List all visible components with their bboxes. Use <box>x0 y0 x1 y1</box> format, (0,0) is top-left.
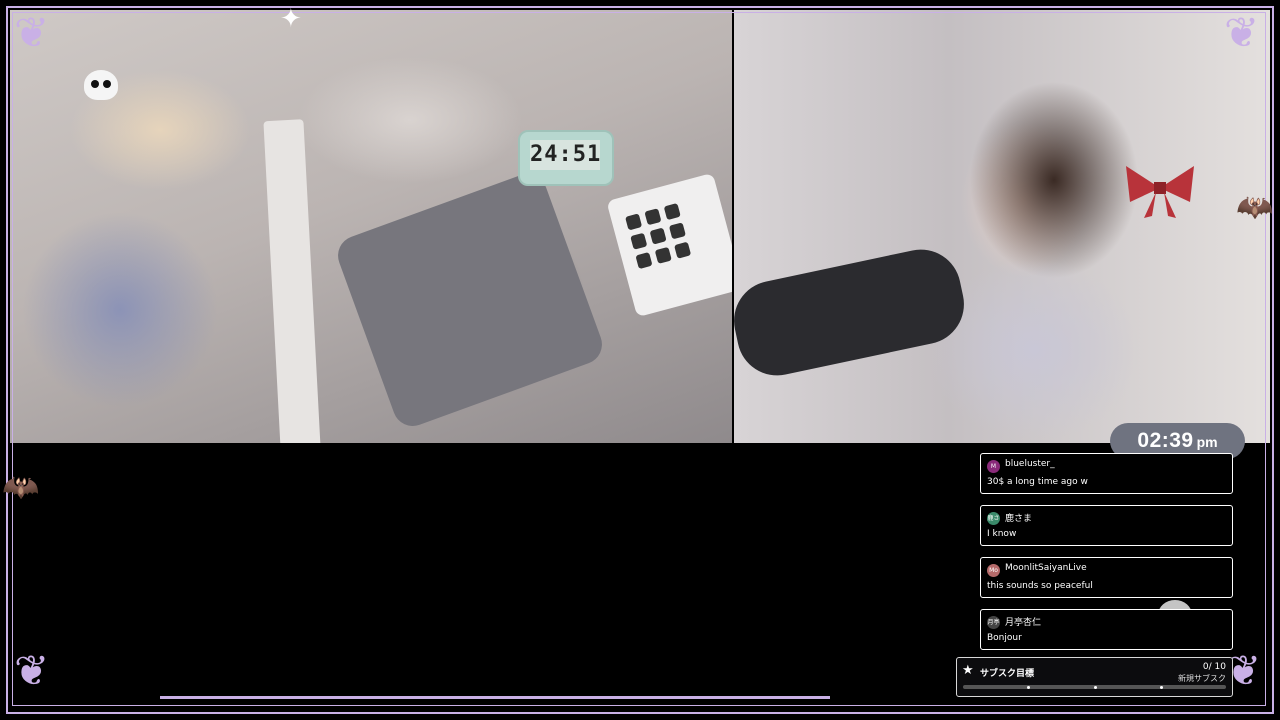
progress-marker <box>1160 686 1163 689</box>
clock-time: 02:39 <box>1137 429 1194 452</box>
mic-arm <box>263 119 321 443</box>
chat-text: this sounds so peaceful <box>987 581 1093 591</box>
bottom-frame-line <box>160 696 830 699</box>
star-icon: ★ <box>962 663 974 678</box>
chat-message: 月亭 月亭杏仁 Bonjour <box>980 609 1233 650</box>
sub-goal-widget: ★ サブスク目標 0/ 10 新規サブスク <box>956 657 1233 697</box>
chat-avatar: 鹿さ <box>987 512 1000 525</box>
chat-avatar: M <box>987 460 1000 473</box>
clock-ampm: pm <box>1196 434 1218 450</box>
chat-username: 月亭杏仁 <box>1005 618 1042 628</box>
pencil-pouch <box>332 168 608 432</box>
sub-goal-label: サブスク目標 <box>980 669 1035 679</box>
corner-ornament-icon: ❦ <box>14 8 50 57</box>
chat-text: 30$ a long time ago w <box>987 477 1088 487</box>
chat-text: I know <box>987 529 1017 539</box>
sub-goal-subtitle: 新規サブスク <box>1178 674 1226 683</box>
sparkle-icon: ✦ <box>280 4 302 34</box>
chat-message: 鹿さ 鹿さま I know <box>980 505 1233 546</box>
progress-marker <box>1094 686 1097 689</box>
microphone <box>734 242 972 383</box>
chat-text: Bonjour <box>987 633 1022 643</box>
sub-goal-count: 0/ 10 <box>1202 662 1226 672</box>
stream-deck-keypad <box>606 172 732 318</box>
skull-icon <box>84 70 118 100</box>
corner-ornament-icon: ❦ <box>1224 8 1260 57</box>
chat-message: Mo MoonlitSaiyanLive this sounds so peac… <box>980 557 1233 598</box>
progress-marker <box>1027 686 1030 689</box>
desk-timer-display: 24:51 <box>530 140 600 170</box>
chat-avatar: 月亭 <box>987 616 1000 629</box>
chat-message: M blueluster_ 30$ a long time ago w <box>980 453 1233 494</box>
chat-username: 鹿さま <box>1005 514 1033 524</box>
desk-camera-feed: 24:51 <box>10 10 732 443</box>
chat-username: blueluster_ <box>1005 459 1055 469</box>
desk-timer: 24:51 <box>518 130 614 186</box>
hair-bow-icon <box>1126 166 1194 218</box>
bat-icon: 🦇 <box>2 470 40 505</box>
face-camera-feed <box>734 10 1270 443</box>
corner-ornament-icon: ❦ <box>14 646 50 695</box>
chat-avatar: Mo <box>987 564 1000 577</box>
chat-username: MoonlitSaiyanLive <box>1005 563 1087 573</box>
bat-icon: 🦇 <box>1236 190 1274 225</box>
